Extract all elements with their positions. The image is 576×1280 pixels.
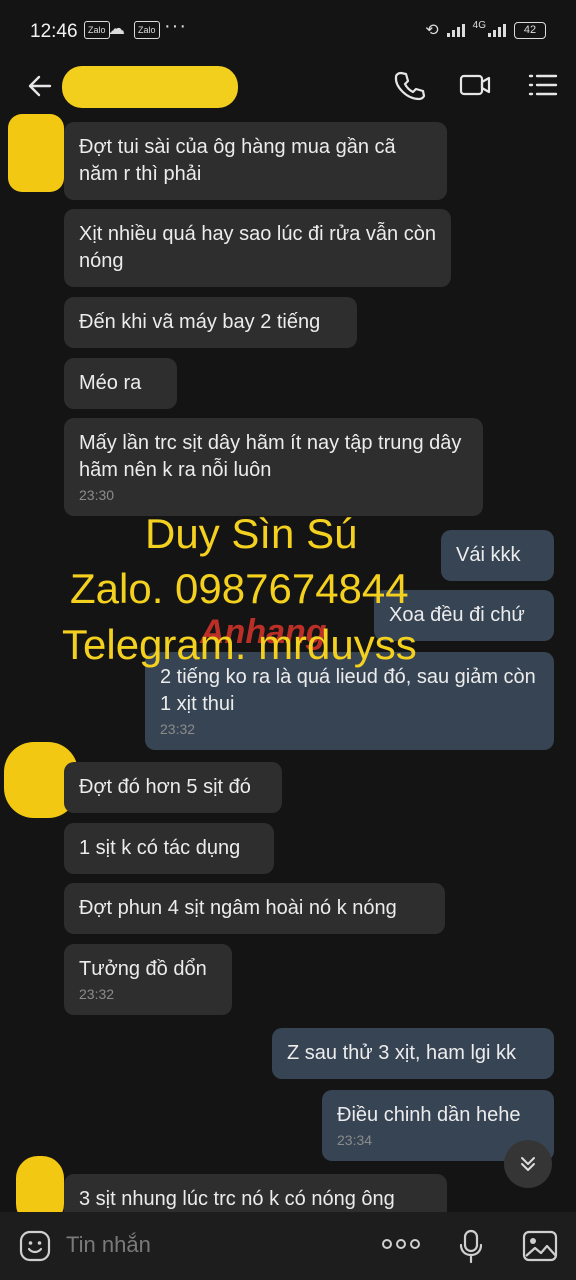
message-incoming[interactable]: Tưởng đồ dổn 23:32 [64, 944, 232, 1015]
more-notifications-icon: ··· [164, 15, 187, 37]
message-incoming[interactable]: 1 sịt k có tác dụng [64, 823, 274, 874]
clock: 12:46 [30, 21, 78, 42]
watermark-line: Zalo. 0987674844 [70, 565, 409, 612]
message-incoming[interactable]: Xịt nhiều quá hay sao lúc đi rửa vẫn còn… [64, 209, 451, 287]
image-icon[interactable] [522, 1229, 558, 1263]
menu-icon[interactable] [526, 68, 560, 102]
message-incoming[interactable]: Đợt phun 4 sịt ngâm hoài nó k nóng [64, 883, 445, 934]
signal-4g-icon [488, 23, 506, 37]
microphone-icon[interactable] [458, 1229, 484, 1265]
message-time: 23:32 [79, 986, 115, 1002]
cloud-icon: ☁ [108, 19, 125, 38]
message-outgoing[interactable]: Vái kkk [441, 530, 554, 581]
message-input[interactable]: Tin nhắn [66, 1232, 151, 1258]
status-bar: 12:46 Zalo ☁ Zalo ··· ⟲ 4G 42 [0, 0, 576, 60]
zalo-notification-icon: Zalo [84, 21, 110, 39]
chevrons-down-icon[interactable] [504, 1140, 552, 1188]
message-time: 23:30 [79, 487, 115, 503]
redacted-avatar [8, 114, 64, 192]
emoji-icon[interactable] [18, 1229, 52, 1263]
watermark-line: Telegram. mrduyss [62, 621, 417, 668]
message-list[interactable]: Đợt tui sài của ôg hàng mua gần cã năm r… [0, 112, 576, 1226]
chat-header [0, 60, 576, 112]
video-call-icon[interactable] [458, 68, 492, 102]
message-time: 23:32 [160, 721, 196, 737]
watermark-line: Duy Sìn Sú [145, 510, 358, 557]
message-incoming[interactable]: 3 sịt nhung lúc trc nó k có nóng ông [64, 1174, 447, 1216]
message-outgoing[interactable]: Z sau thử 3 xịt, ham lgi kk [272, 1028, 554, 1079]
arrow-left-icon[interactable] [24, 70, 56, 102]
battery-icon: 42 [514, 21, 546, 39]
message-incoming[interactable]: Mấy lần trc sịt dây hãm ít nay tập trung… [64, 418, 483, 516]
signal-icon [446, 23, 465, 37]
message-incoming[interactable]: Đợt tui sài của ôg hàng mua gần cã năm r… [64, 122, 447, 200]
message-incoming[interactable]: Đến khi vã máy bay 2 tiếng [64, 297, 357, 348]
message-incoming[interactable]: Méo ra [64, 358, 177, 409]
hotspot-icon: ⟲ [425, 22, 439, 39]
message-input-bar: Tin nhắn [0, 1212, 576, 1280]
more-dots-icon[interactable] [380, 1236, 422, 1252]
redacted-contact-name[interactable] [62, 66, 238, 108]
message-incoming[interactable]: Đợt đó hơn 5 sịt đó [64, 762, 282, 813]
network-type: 4G [472, 19, 486, 31]
message-time: 23:34 [337, 1132, 373, 1148]
zalo-notification-icon: Zalo [134, 21, 160, 39]
phone-icon[interactable] [392, 68, 426, 102]
